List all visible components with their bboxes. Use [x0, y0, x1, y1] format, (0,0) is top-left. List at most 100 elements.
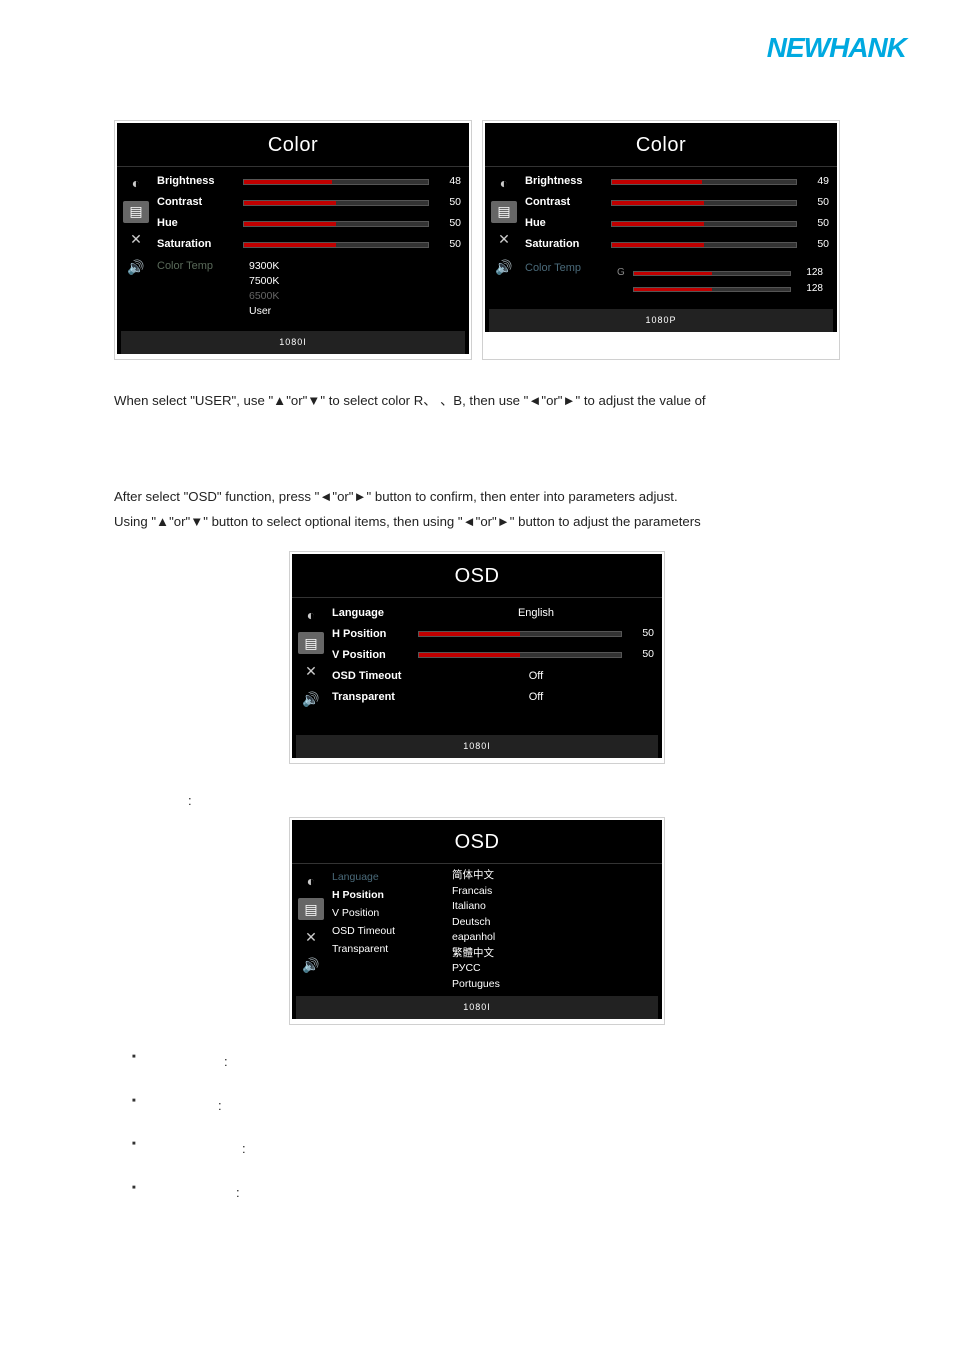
- panel-footer: 1080I: [296, 735, 658, 758]
- lang-opt: 简体中文: [452, 868, 656, 884]
- row-language: Language English: [332, 602, 654, 623]
- label: H Position: [332, 625, 418, 643]
- value: 50: [435, 236, 461, 253]
- value: 50: [803, 194, 829, 211]
- bullet-text: :: [224, 1054, 228, 1069]
- speaker-icon: 🔊: [298, 954, 324, 976]
- bullet-item: :: [132, 1095, 840, 1116]
- channel: G: [617, 265, 627, 282]
- label: Color Temp: [157, 257, 243, 275]
- value: 128: [797, 281, 823, 298]
- row-vpos: V Position 50: [332, 644, 654, 665]
- row-contrast: Contrast 50: [157, 192, 461, 213]
- value: 50: [435, 194, 461, 211]
- picture-icon: ▤: [123, 201, 149, 223]
- row-hpos: H Position: [332, 886, 438, 904]
- label: Hue: [157, 214, 243, 232]
- tools-icon: ✕: [123, 229, 149, 251]
- opt: 7500K: [249, 274, 455, 289]
- value: 50: [628, 646, 654, 663]
- bullet-text: :: [242, 1141, 246, 1156]
- tools-icon: ✕: [491, 229, 517, 251]
- label: Brightness: [157, 172, 243, 190]
- label: Language: [332, 869, 418, 886]
- panel-title: OSD: [292, 554, 662, 598]
- channel-row: 128: [617, 281, 823, 297]
- label: V Position: [332, 905, 418, 922]
- label: V Position: [332, 646, 418, 664]
- contrast-icon: ◐: [491, 173, 517, 195]
- row-saturation: Saturation 50: [525, 234, 829, 255]
- label: Transparent: [332, 941, 418, 958]
- tools-icon: ✕: [298, 926, 324, 948]
- value: 128: [797, 265, 823, 282]
- osd-panel-1: OSD ◐ ▤ ✕ 🔊 Language English H Position …: [289, 551, 665, 764]
- row-saturation: Saturation 50: [157, 234, 461, 255]
- contrast-icon: ◐: [298, 604, 324, 626]
- label: H Position: [332, 887, 418, 904]
- value: English: [418, 604, 654, 622]
- slider: 48: [243, 173, 461, 190]
- lang-opt: 繁體中文: [452, 946, 656, 962]
- bullet-text: :: [236, 1185, 240, 1200]
- opt: 6500K: [249, 289, 455, 304]
- icon-column: ◐ ▤ ✕ 🔊: [117, 167, 151, 331]
- row-hpos: H Position 50: [332, 623, 654, 644]
- label: Saturation: [157, 235, 243, 253]
- row-transparent: Transparent Off: [332, 686, 654, 707]
- label: OSD Timeout: [332, 923, 418, 940]
- section-label: :: [188, 790, 840, 811]
- instruction-user-rgb: When select "USER", use "▲"or"▼" to sele…: [114, 390, 840, 412]
- row-timeout: OSD Timeout: [332, 922, 438, 940]
- color-panel-right: Color ◐ ▤ ✕ 🔊 Brightness 49: [482, 120, 840, 360]
- row-contrast: Contrast 50: [525, 192, 829, 213]
- value: 50: [435, 215, 461, 232]
- panel-title: Color: [485, 123, 837, 167]
- lang-opt: Francais: [452, 884, 656, 900]
- value: Off: [418, 667, 654, 685]
- label: Language: [332, 604, 418, 622]
- color-panels-row: Color ◐ ▤ ✕ 🔊 Brightness 48: [114, 120, 840, 360]
- row-vpos: V Position: [332, 904, 438, 922]
- bullet-list: : : : :: [132, 1051, 840, 1203]
- label: Brightness: [525, 172, 611, 190]
- row-language: Language: [332, 868, 438, 886]
- bullet-item: :: [132, 1051, 840, 1072]
- bullet-item: :: [132, 1182, 840, 1203]
- icon-column: ◐ ▤ ✕ 🔊: [292, 598, 326, 735]
- lang-opt: Deutsch: [452, 915, 656, 931]
- lang-opt: РУСС: [452, 961, 656, 977]
- picture-icon: ▤: [298, 898, 324, 920]
- label: OSD Timeout: [332, 667, 418, 685]
- panel-title: Color: [117, 123, 469, 167]
- instruction-osd-1: After select "OSD" function, press "◄"or…: [114, 486, 840, 508]
- bullet-text: :: [218, 1098, 222, 1113]
- page-content: Color ◐ ▤ ✕ 🔊 Brightness 48: [0, 40, 954, 1203]
- color-panel-left: Color ◐ ▤ ✕ 🔊 Brightness 48: [114, 120, 472, 360]
- label: Saturation: [525, 235, 611, 253]
- brand-logo: NEWHANK: [767, 32, 906, 64]
- opt: User: [249, 304, 455, 319]
- picture-icon: ▤: [491, 201, 517, 223]
- bullet-item: :: [132, 1138, 840, 1159]
- contrast-icon: ◐: [123, 173, 149, 195]
- label: Transparent: [332, 688, 418, 706]
- label: Color Temp: [525, 259, 611, 277]
- lang-opt: Portugues: [452, 977, 656, 993]
- lang-opt: eapanhol: [452, 930, 656, 946]
- label: Hue: [525, 214, 611, 232]
- language-options: 简体中文 Francais Italiano Deutsch eapanhol …: [446, 864, 662, 996]
- row-brightness: Brightness 49: [525, 171, 829, 192]
- icon-column: ◐ ▤ ✕ 🔊: [292, 864, 326, 996]
- temp-options: 9300K 7500K 6500K User: [243, 257, 461, 323]
- opt: 9300K: [249, 259, 455, 274]
- contrast-icon: ◐: [298, 870, 324, 892]
- value: 50: [628, 625, 654, 642]
- value: 50: [803, 236, 829, 253]
- panel-footer: 1080P: [489, 309, 833, 332]
- panel-title: OSD: [292, 820, 662, 864]
- row-color-temp: Color Temp G 128 128: [525, 255, 829, 301]
- speaker-icon: 🔊: [491, 257, 517, 279]
- row-transparent: Transparent: [332, 940, 438, 958]
- value: Off: [418, 688, 654, 706]
